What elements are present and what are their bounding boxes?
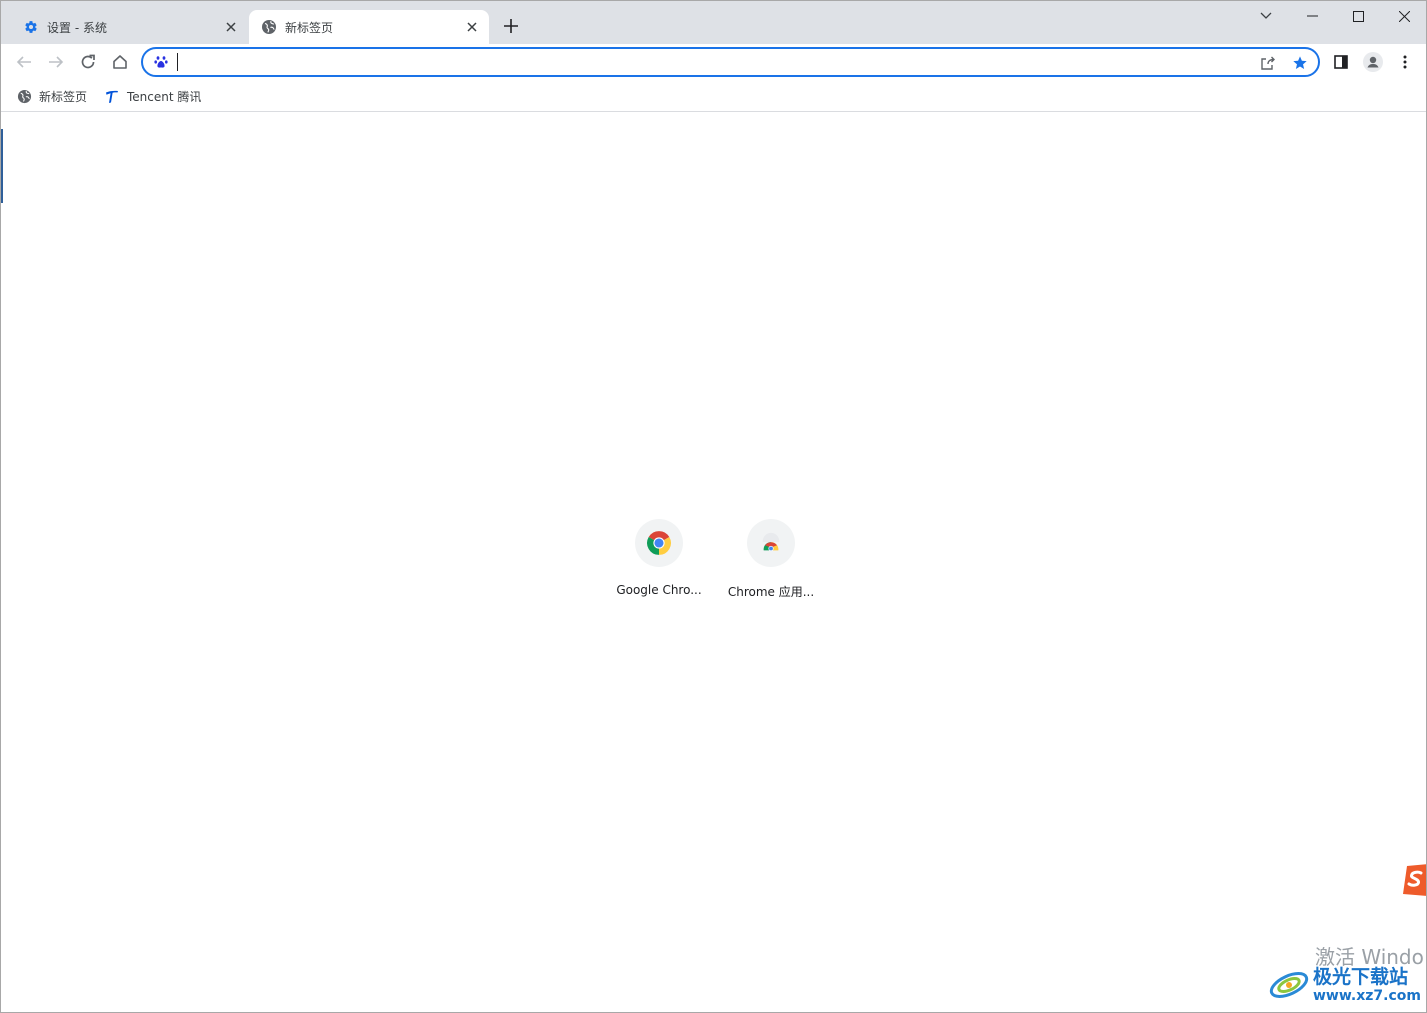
- globe-icon: [261, 19, 277, 35]
- chrome-logo-icon: [647, 531, 671, 555]
- shortcut-icon-circle: [635, 519, 683, 567]
- bookmark-label: 新标签页: [39, 89, 88, 104]
- site-logo-icon: [1269, 972, 1309, 998]
- share-icon[interactable]: [1258, 53, 1278, 73]
- bookmarks-bar: 新标签页 Tencent 腾讯: [1, 80, 1426, 112]
- arrow-left-icon: [16, 56, 31, 68]
- arrow-right-icon: [49, 56, 64, 68]
- tab-settings-system[interactable]: 设置 - 系统: [2, 10, 248, 44]
- browser-window: 设置 - 系统 新标签页 新标签页 Tencent 腾讯 Google Chro…: [0, 0, 1427, 1013]
- chevron-down-icon: [1260, 12, 1272, 19]
- site-name-watermark: 极光下载站: [1313, 966, 1409, 988]
- more-vert-icon: [1403, 55, 1407, 69]
- tab-search-button[interactable]: [1243, 1, 1289, 31]
- tab-new-tab[interactable]: 新标签页: [249, 10, 489, 44]
- reload-icon: [81, 54, 95, 69]
- home-button[interactable]: [108, 50, 132, 74]
- bookmark-tencent[interactable]: Tencent 腾讯: [98, 84, 207, 108]
- tab-strip: 设置 - 系统 新标签页: [1, 1, 1426, 44]
- new-tab-button[interactable]: [501, 16, 521, 36]
- side-panel-button[interactable]: [1329, 50, 1353, 74]
- globe-icon: [16, 88, 32, 104]
- shortcut-label: Chrome 应用...: [727, 585, 815, 599]
- shortcut-label: Google Chro...: [616, 583, 702, 597]
- profile-button[interactable]: [1361, 50, 1385, 74]
- plus-icon: [504, 19, 518, 33]
- address-bar[interactable]: [141, 47, 1320, 77]
- minimize-button[interactable]: [1289, 1, 1335, 31]
- bookmark-star-icon[interactable]: [1290, 53, 1310, 73]
- close-icon[interactable]: [222, 18, 240, 36]
- close-icon: [1398, 10, 1410, 22]
- shortcut-icon-circle: [747, 519, 795, 567]
- maximize-icon: [1352, 10, 1364, 22]
- avatar-icon: [1363, 52, 1383, 72]
- forward-button[interactable]: [44, 50, 68, 74]
- minimize-icon: [1306, 15, 1318, 17]
- shortcut-tile-chrome-apps[interactable]: Chrome 应用...: [715, 517, 827, 607]
- shortcut-tile-google-chrome[interactable]: Google Chro...: [603, 517, 715, 607]
- address-input[interactable]: [176, 52, 1246, 72]
- baidu-paw-icon: [153, 54, 169, 70]
- new-tab-page: Google Chro... Chrome 应用...: [1, 113, 1426, 1012]
- window-close-button[interactable]: [1381, 1, 1426, 31]
- bookmark-new-tab[interactable]: 新标签页: [10, 84, 93, 108]
- maximize-button[interactable]: [1335, 1, 1381, 31]
- gear-icon: [23, 19, 39, 35]
- left-edge-accent: [1, 129, 3, 203]
- bookmark-label: Tencent 腾讯: [127, 89, 202, 104]
- home-icon: [113, 55, 127, 69]
- tab-title: 设置 - 系统: [47, 20, 107, 35]
- back-button[interactable]: [12, 50, 36, 74]
- reload-button[interactable]: [76, 50, 100, 74]
- side-panel-icon: [1334, 55, 1348, 69]
- close-icon[interactable]: [463, 18, 481, 36]
- tab-title: 新标签页: [285, 20, 334, 35]
- menu-button[interactable]: [1393, 50, 1417, 74]
- tencent-icon: [104, 88, 120, 104]
- sogou-ime-icon[interactable]: [1401, 864, 1427, 896]
- toolbar: [1, 44, 1426, 80]
- site-url-watermark: www.xz7.com: [1313, 988, 1421, 1004]
- text-caret: [177, 53, 178, 71]
- chrome-webstore-icon: [762, 532, 780, 552]
